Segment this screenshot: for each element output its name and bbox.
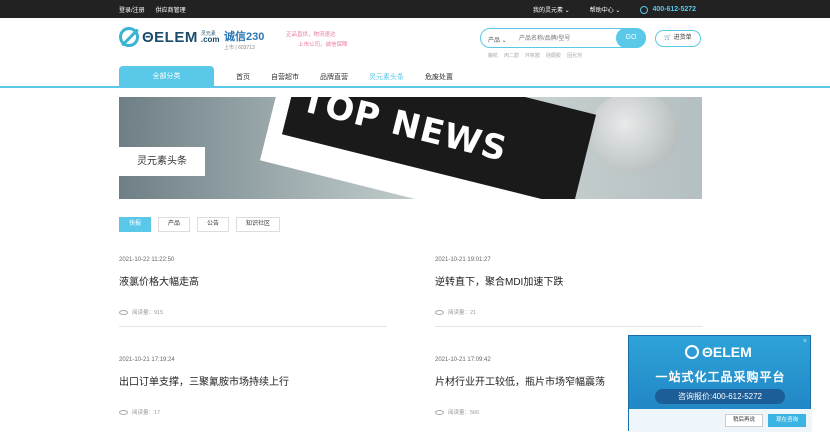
tab-flash[interactable]: 快报	[119, 217, 152, 232]
article-date: 2021-10-22 11:22:50	[119, 257, 175, 263]
search-category-select[interactable]: 产品 ⌄	[488, 35, 507, 44]
search-input[interactable]	[519, 32, 614, 45]
logo-mark-icon	[119, 27, 139, 47]
article-title[interactable]: 逆转直下，聚合MDI加速下跌	[435, 273, 703, 288]
article-title[interactable]: 出口订单支撑，三聚氰胺市场持续上行	[119, 373, 387, 388]
hot-keyword[interactable]: 丙二醇	[504, 52, 519, 59]
nav-item-waste[interactable]: 危废处置	[425, 72, 453, 82]
later-button[interactable]: 稍后再说	[725, 414, 763, 427]
banner-cup-image	[589, 97, 679, 172]
news-banner: TOP NEWS 灵元素头条	[119, 97, 702, 199]
logo-mark-icon	[685, 345, 699, 359]
nav-item-home[interactable]: 首页	[236, 72, 250, 82]
popup-logo: ΘELEM	[685, 344, 752, 360]
search-button[interactable]: GO	[616, 28, 646, 48]
article-reads: 阅读量：17	[119, 408, 387, 416]
read-count: 阅读量：17	[132, 410, 161, 416]
read-count: 阅读量：566	[448, 410, 480, 416]
header: ΘELEM 灵元素 .com 诚信230 上市 | 603713 正品直供，物流速…	[0, 18, 830, 66]
consult-popup: × ΘELEM 一站式化工品采购平台 咨询报价:400-612-5272 稍后再…	[628, 335, 812, 432]
article-card[interactable]: 2021-10-21 19:01:27 逆转直下，聚合MDI加速下跌 阅读量：2…	[435, 257, 703, 327]
main-nav: 全部分类 首页 自营超市 品牌直营 灵元素头条 危废处置	[0, 66, 830, 88]
tab-notice[interactable]: 公告	[197, 217, 230, 232]
header-slogan: 正品直供，物流速达 上市公司，诚信保障	[286, 30, 348, 50]
nav-item-news[interactable]: 灵元素头条	[369, 72, 404, 82]
site-logo[interactable]: ΘELEM 灵元素 .com	[119, 27, 220, 47]
consult-button[interactable]: 现在咨询	[768, 414, 806, 427]
article-card[interactable]: 2021-10-22 11:22:50 液氯价格大幅走高 阅读量：915	[119, 257, 387, 327]
my-account-menu[interactable]: 我的灵元素 ⌄	[533, 5, 570, 14]
nav-item-brands[interactable]: 品牌直营	[320, 72, 348, 82]
article-card[interactable]: 2021-10-21 17:19:24 出口订单支撑，三聚氰胺市场持续上行 阅读…	[119, 357, 387, 416]
divider	[119, 326, 387, 327]
hotline: 400-612-5272	[640, 5, 697, 14]
article-reads: 阅读量：915	[119, 308, 387, 316]
phone-icon	[640, 5, 649, 14]
article-reads: 阅读量：21	[435, 308, 703, 316]
cart-button[interactable]: 🛒 进货单	[655, 30, 701, 47]
hot-keyword[interactable]: 固化剂	[567, 52, 582, 59]
cart-label: 进货单	[673, 35, 692, 41]
close-icon[interactable]: ×	[803, 338, 807, 345]
top-bar: 登录/注册 供应商管理 我的灵元素 ⌄ 帮助中心 ⌄ 400-612-5272	[0, 0, 830, 18]
read-count: 阅读量：21	[448, 310, 477, 316]
divider	[435, 326, 703, 327]
search-category-label: 产品	[488, 38, 501, 44]
article-date: 2021-10-21 19:01:27	[435, 257, 491, 263]
hot-keyword[interactable]: 环氧胺	[525, 52, 540, 59]
all-categories-button[interactable]: 全部分类	[119, 66, 214, 88]
banner-label: 灵元素头条	[119, 147, 205, 176]
popup-hotline: 咨询报价:400-612-5272	[655, 389, 785, 404]
help-center-menu[interactable]: 帮助中心 ⌄	[590, 5, 621, 14]
slogan-line-1: 正品直供，物流速达	[286, 32, 336, 38]
article-date: 2021-10-21 17:19:24	[119, 357, 175, 363]
hot-keyword[interactable]: 胸杭	[488, 52, 498, 59]
eye-icon	[435, 409, 444, 415]
credit-title: 诚信230	[224, 31, 265, 43]
hot-keyword[interactable]: 硅酮胶	[546, 52, 561, 59]
tab-community[interactable]: 知识社区	[236, 217, 281, 232]
news-tabs: 快报 产品 公告 知识社区	[119, 217, 281, 232]
hot-keywords: 胸杭 丙二醇 环氧胺 硅酮胶 固化剂	[488, 52, 582, 59]
slogan-line-2: 上市公司，诚信保障	[298, 42, 348, 48]
nav-item-supermarket[interactable]: 自营超市	[271, 72, 299, 82]
eye-icon	[119, 409, 128, 415]
hotline-number: 400-612-5272	[652, 6, 697, 13]
credit-subtitle: 上市 | 603713	[224, 45, 255, 51]
help-center-label: 帮助中心	[589, 8, 614, 14]
credit-badge: 诚信230 上市 | 603713	[224, 28, 264, 51]
supplier-link[interactable]: 供应商管理	[156, 5, 186, 14]
tab-product[interactable]: 产品	[158, 217, 191, 232]
logo-com: .com	[200, 35, 220, 44]
search-box: 产品 ⌄ GO	[480, 28, 646, 48]
logo-text: ΘELEM	[142, 28, 198, 46]
eye-icon	[119, 309, 128, 315]
popup-logo-text: ΘELEM	[702, 344, 752, 360]
read-count: 阅读量：915	[132, 310, 164, 316]
eye-icon	[435, 309, 444, 315]
popup-slogan: 一站式化工品采购平台	[655, 370, 786, 384]
my-account-label: 我的灵元素	[533, 8, 564, 14]
login-link[interactable]: 登录/注册	[119, 5, 145, 14]
article-title[interactable]: 液氯价格大幅走高	[119, 273, 387, 288]
